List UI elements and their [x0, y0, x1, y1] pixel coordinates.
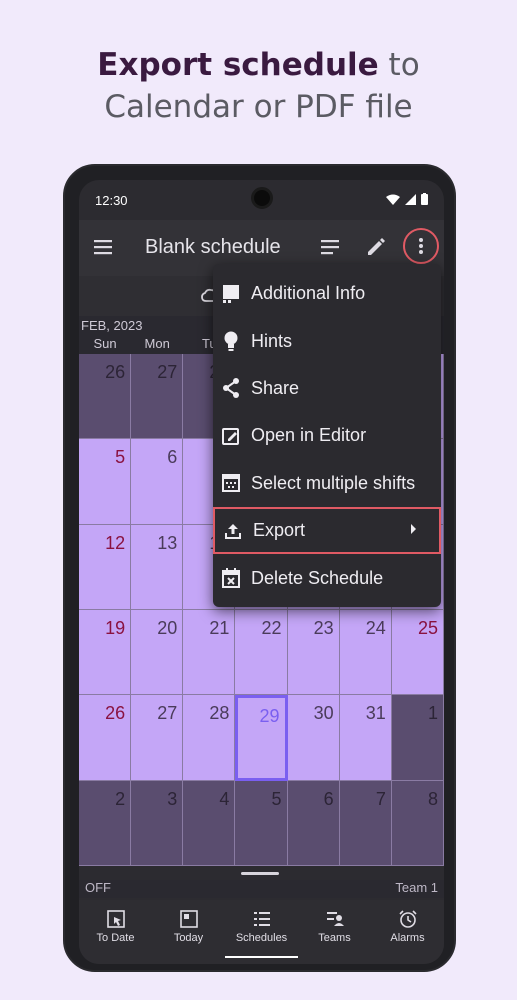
camera-icon	[251, 187, 273, 209]
page-title: Blank schedule	[145, 236, 281, 258]
list-icon	[253, 912, 270, 926]
menu-item-open-in-editor[interactable]: Open in Editor	[213, 412, 441, 459]
calendar-day-cell[interactable]: 23	[287, 610, 340, 696]
phone-screen: 12:30 Blank schedule FEB, 2023 Sun Mon T	[79, 180, 444, 964]
drag-handle[interactable]	[241, 872, 279, 875]
nav-label: To Date	[96, 932, 135, 944]
pencil-icon[interactable]	[365, 236, 387, 258]
calendar-day-cell[interactable]: 7	[339, 780, 392, 866]
menu-label: Share	[251, 377, 300, 398]
status-icons	[386, 193, 428, 205]
calendar-day-cell[interactable]: 2	[79, 780, 132, 866]
calendar-day-cell[interactable]: 5	[79, 439, 132, 525]
wifi-icon	[386, 194, 400, 205]
menu-label: Additional Info	[251, 283, 366, 304]
calendar-day-cell[interactable]: 20	[131, 610, 184, 696]
signal-icon	[405, 193, 416, 205]
calendar-day-cell[interactable]: 21	[183, 610, 236, 696]
info-doc-icon	[221, 284, 241, 304]
calendar-day-cell[interactable]: 29	[235, 695, 288, 781]
calendar-day-cell[interactable]: 12	[79, 524, 132, 610]
overflow-menu: Additional Info Hints Share Open in Edit…	[213, 264, 441, 607]
menu-item-additional-info[interactable]: Additional Info	[213, 270, 441, 317]
nav-label: Schedules	[235, 932, 288, 944]
headline-bold: Export schedule	[97, 47, 379, 83]
menu-label: Open in Editor	[251, 425, 367, 446]
battery-icon	[421, 193, 428, 205]
calendar-day-cell[interactable]: 6	[131, 439, 184, 525]
info-bar: OFF Team 1	[79, 880, 444, 898]
calendar-x-icon	[221, 568, 241, 589]
nav-label: Teams	[318, 932, 351, 944]
menu-item-share[interactable]: Share	[213, 365, 441, 412]
team-label: Team 1	[395, 880, 438, 895]
weekday-label: Sun	[93, 336, 117, 351]
edit-box-icon	[221, 426, 241, 446]
bottom-navigation: To Date Today Schedules Teams Alarms	[79, 900, 444, 964]
hamburger-menu-icon[interactable]	[93, 236, 115, 258]
nav-label: Alarms	[390, 932, 425, 944]
menu-item-hints[interactable]: Hints	[213, 317, 441, 364]
calendar-day-cell[interactable]: 26	[79, 695, 132, 781]
today-icon	[179, 910, 198, 928]
calendar-day-cell[interactable]: 26	[79, 354, 132, 440]
calendar-day-cell[interactable]: 24	[339, 610, 392, 696]
calendar-day-cell[interactable]: 22	[235, 610, 288, 696]
notes-icon[interactable]	[319, 237, 341, 257]
calendar-day-cell[interactable]: 19	[79, 610, 132, 696]
menu-item-export[interactable]: Export	[213, 506, 441, 555]
promo-headline: Export schedule to Calendar or PDF file	[0, 44, 517, 128]
bulb-icon	[221, 331, 241, 352]
calendar-day-cell[interactable]: 1	[391, 695, 444, 781]
teams-icon	[326, 912, 344, 926]
weekday-label: Mon	[144, 336, 170, 351]
calendar-day-cell[interactable]: 30	[287, 695, 340, 781]
calendar-day-cell[interactable]: 5	[235, 780, 288, 866]
cursor-icon	[106, 910, 125, 928]
headline-line2: Calendar or PDF file	[104, 89, 413, 125]
calendar-day-cell[interactable]: 6	[287, 780, 340, 866]
nav-to-date[interactable]: To Date	[79, 900, 152, 964]
menu-label: Delete Schedule	[251, 567, 384, 588]
nav-today[interactable]: Today	[152, 900, 225, 964]
calendar-day-cell[interactable]: 13	[131, 524, 184, 610]
calendar-day-cell[interactable]: 28	[183, 695, 236, 781]
calendar-day-cell[interactable]: 4	[183, 780, 236, 866]
upload-icon	[223, 521, 243, 541]
submenu-arrow-icon	[411, 523, 416, 534]
headline-rest: to	[378, 47, 420, 83]
menu-label: Select multiple shifts	[251, 472, 416, 493]
share-icon	[221, 378, 241, 399]
shift-label: OFF	[85, 880, 111, 895]
nav-teams[interactable]: Teams	[298, 900, 371, 964]
calendar-day-cell[interactable]: 8	[391, 780, 444, 866]
calendar-day-cell[interactable]: 27	[131, 354, 184, 440]
status-bar: 12:30	[79, 180, 444, 220]
nav-label: Today	[173, 932, 204, 944]
calendar-dots-icon	[221, 473, 241, 493]
more-options-button[interactable]	[403, 228, 439, 264]
alarm-icon	[398, 910, 417, 928]
calendar-day-cell[interactable]: 31	[339, 695, 392, 781]
calendar-day-cell[interactable]: 25	[391, 610, 444, 696]
calendar-day-cell[interactable]: 3	[131, 780, 184, 866]
menu-item-select-multiple-shifts[interactable]: Select multiple shifts	[213, 460, 441, 507]
nav-alarms[interactable]: Alarms	[371, 900, 444, 964]
menu-item-delete-schedule[interactable]: Delete Schedule	[213, 554, 441, 601]
menu-label: Export	[253, 520, 306, 541]
status-time: 12:30	[95, 193, 128, 208]
more-vert-icon	[419, 238, 423, 254]
calendar-day-cell[interactable]: 27	[131, 695, 184, 781]
nav-schedules[interactable]: Schedules	[225, 900, 298, 964]
menu-label: Hints	[251, 330, 293, 351]
phone-frame: 12:30 Blank schedule FEB, 2023 Sun Mon T	[63, 164, 456, 972]
